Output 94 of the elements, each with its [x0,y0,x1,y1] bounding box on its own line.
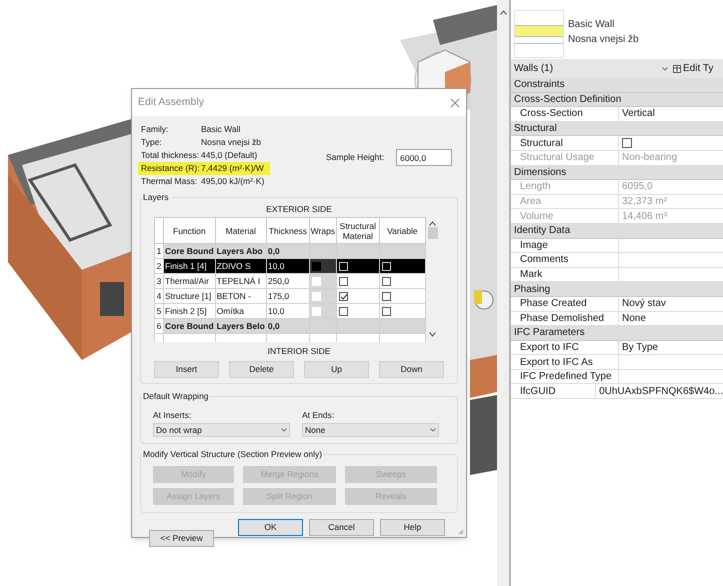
caret-icon [662,66,668,70]
dialog-button[interactable]: Help [380,518,445,536]
layer-button[interactable]: Down [379,360,444,378]
layer-button[interactable]: Insert [154,360,219,378]
dialog-title: Edit Assembly [138,94,204,110]
property-name: Cross-Section [511,107,619,121]
checkbox[interactable] [338,276,348,286]
property-value: 0UhUAxbSPFNQK6$W4o... [599,384,723,399]
property-name: Phase Demolished [511,312,619,326]
wraps-checkbox [312,306,321,316]
layer-button[interactable]: Delete [229,360,294,378]
preview-button[interactable]: << Preview [149,530,214,546]
checkbox[interactable] [382,276,391,286]
property-name: Comments [511,253,619,267]
row-number: 1 [154,244,164,258]
section-header[interactable]: Phasing [514,282,550,297]
layer-button[interactable]: Up [304,360,369,378]
group-title: Modify Vertical Structure (Section Preview only) [142,448,324,460]
resize-grip-icon[interactable] [458,529,464,535]
dropdown[interactable]: Do not wrap [153,423,290,438]
wraps-checkbox [312,262,321,271]
row-number: 4 [154,288,164,304]
field-label: At Inserts: [153,408,192,422]
field-label: Sample Height: [326,151,384,164]
table-cell: Layers Belo [215,318,266,334]
property-value: 32,373 m² [622,195,668,210]
edit-type-button[interactable]: Edit Ty [673,61,714,76]
selector-dropdown[interactable]: Walls (1) [511,59,671,78]
checkbox[interactable] [338,306,348,316]
property-name: Length [511,180,619,194]
caret-icon [281,428,287,432]
close-icon[interactable] [450,98,460,108]
property-value: Nový stav [622,297,666,312]
dialog-button[interactable]: OK [238,518,303,536]
caret-icon [430,428,436,432]
field-label: Total thickness: [141,149,200,162]
type-family: Basic Wall [568,18,616,32]
table-row[interactable]: 4 Structure [1] BETON - 175,0 [154,288,426,304]
dialog-button[interactable]: Cancel [309,518,374,536]
property-name: Image [511,238,619,252]
checkbox[interactable] [622,138,632,148]
property-value: Non-bearing [622,151,678,166]
dropdown[interactable]: None [302,423,439,438]
row-number: 3 [154,274,164,288]
scroll-up-icon[interactable] [500,10,506,15]
property-name: Export to IFC As [511,355,619,369]
group-title: Layers [142,191,170,204]
table-row[interactable]: 6 Core Bound Layers Belo 0,0 [154,318,426,334]
side-label: EXTERIOR SIDE [266,203,332,216]
table-cell: 0,0 [266,318,310,334]
table-icon [673,64,681,72]
property-name: IfcGUID [511,384,596,398]
property-value: 14,406 m³ [622,210,668,224]
field-value: 495,00 kJ/(m²·K) [201,175,264,188]
scroll-down-icon[interactable] [429,332,436,337]
property-value: By Type [622,340,658,355]
type-name: Nosna vnejsi žb [568,33,639,47]
scroll-thumb[interactable] [428,227,438,239]
field-label: At Ends: [302,408,336,422]
wraps-checkbox [312,276,321,286]
property-name: Export to IFC [511,340,619,354]
sample-height-field[interactable]: 6000,0 [396,149,452,166]
field-value: 445,0 (Default) [201,149,258,162]
field-label: Family: [141,123,170,136]
field-value: Basic Wall [201,123,240,136]
property-name: Structural Usage [511,150,619,165]
checkbox[interactable] [382,306,391,316]
table-row[interactable]: 3 Thermal/Air TEPELNÁ I 250,0 [154,274,426,288]
table-row[interactable]: 5 Finish 2 [5] Omítka 10,0 [154,304,426,318]
group-title: Default Wrapping [142,390,210,402]
row-number: 6 [154,318,164,334]
property-name: Area [511,194,619,208]
field-value: 7,4429 (m²·K)/W [201,162,264,175]
checkbox[interactable] [382,292,391,301]
property-name: Phase Created [511,296,619,310]
property-value: 6095,0 [622,180,653,194]
property-name: Mark [511,268,619,282]
property-name: IFC Predefined Type [511,370,619,384]
row-number: 2 [154,258,164,274]
property-name: Volume [511,209,619,223]
property-value: Vertical [622,107,655,122]
property-value: None [622,312,646,326]
field-label: Resistance (R): [141,162,201,175]
field-label: Type: [141,136,163,149]
table-cell: Core Bound [164,318,216,334]
row-number: 5 [154,304,164,318]
checkbox[interactable] [338,292,348,301]
field-value: Nosna vnejsi žb [201,136,262,149]
wraps-checkbox [312,292,321,301]
scroll-up-icon[interactable] [429,221,436,226]
property-name: Structural [511,136,619,150]
table-row[interactable]: 1 Core Bound Layers Abo 0,0 [154,244,426,258]
side-label: INTERIOR SIDE [268,344,330,358]
field-label: Thermal Mass: [141,175,198,188]
